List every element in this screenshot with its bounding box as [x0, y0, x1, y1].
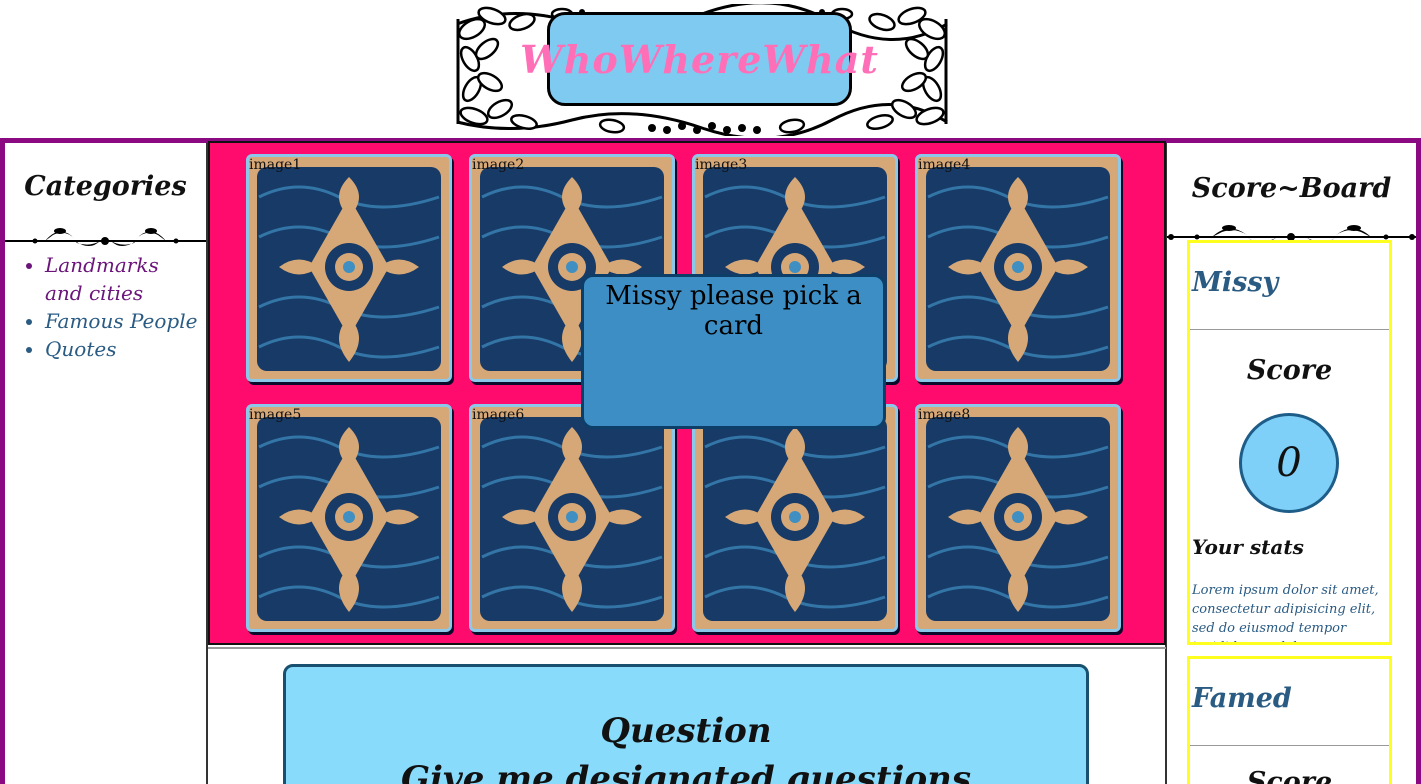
- card-back-pattern-icon: [918, 407, 1118, 629]
- question-text: Give me designated questions: [401, 759, 971, 784]
- card-back-pattern-icon: [695, 407, 895, 629]
- card-7[interactable]: image7: [692, 404, 898, 632]
- card-back-pattern-icon: [249, 157, 449, 379]
- flourish-divider-icon: [5, 228, 206, 246]
- player-divider: [1190, 329, 1389, 330]
- card-back-pattern-icon: [918, 157, 1118, 379]
- score-label: Score: [1246, 355, 1333, 386]
- category-list: Landmarks and cities Famous People Quote…: [27, 251, 202, 363]
- card-label: image1: [249, 157, 302, 173]
- player-panel-famed: Famed Score: [1187, 656, 1392, 784]
- card-1[interactable]: image1: [246, 154, 452, 382]
- categories-heading: Categories: [24, 171, 187, 202]
- question-separator: [208, 647, 1166, 649]
- card-6[interactable]: image6: [469, 404, 675, 632]
- scoreboard-heading: Score~Board: [1191, 173, 1392, 204]
- card-8[interactable]: image8: [915, 404, 1121, 632]
- category-link-famous-people[interactable]: Famous People: [45, 307, 202, 335]
- app-title-box: WhoWhereWhat: [520, 12, 878, 106]
- player-name: Missy: [1192, 267, 1279, 298]
- question-box: Question Give me designated questions: [283, 664, 1089, 784]
- card-label: image8: [918, 407, 971, 423]
- turn-prompt-popup: Missy please pick a card: [581, 274, 886, 429]
- card-4[interactable]: image4: [915, 154, 1121, 382]
- card-label: image4: [918, 157, 971, 173]
- card-back-pattern-icon: [249, 407, 449, 629]
- header: WhoWhereWhat: [0, 0, 1421, 138]
- card-label: image5: [249, 407, 302, 423]
- turn-prompt-text: Missy please pick a card: [605, 281, 862, 341]
- category-link-quotes[interactable]: Quotes: [45, 335, 202, 363]
- card-5[interactable]: image5: [246, 404, 452, 632]
- score-label: Score: [1246, 767, 1333, 784]
- card-back-pattern-icon: [472, 407, 672, 629]
- card-label: image6: [472, 407, 525, 423]
- category-link-landmarks[interactable]: Landmarks and cities: [45, 251, 202, 307]
- stats-text: Lorem ipsum dolor sit amet, consectetur …: [1192, 583, 1379, 642]
- question-title: Question: [600, 711, 772, 751]
- player-divider: [1190, 745, 1389, 746]
- score-value: 0: [1239, 413, 1339, 513]
- stats-heading: Your stats: [1192, 535, 1304, 559]
- categories-sidebar: Categories Landmarks and cities Famous P…: [5, 143, 206, 784]
- player-name: Famed: [1192, 683, 1292, 714]
- card-label: image3: [695, 157, 748, 173]
- card-label: image2: [472, 157, 525, 173]
- scoreboard-sidebar: Score~Board Missy Score 0 Your stats Lor…: [1167, 143, 1416, 784]
- app-title: WhoWhereWhat: [520, 36, 879, 82]
- player-panel-missy: Missy Score 0 Your stats Lorem ipsum dol…: [1187, 240, 1392, 645]
